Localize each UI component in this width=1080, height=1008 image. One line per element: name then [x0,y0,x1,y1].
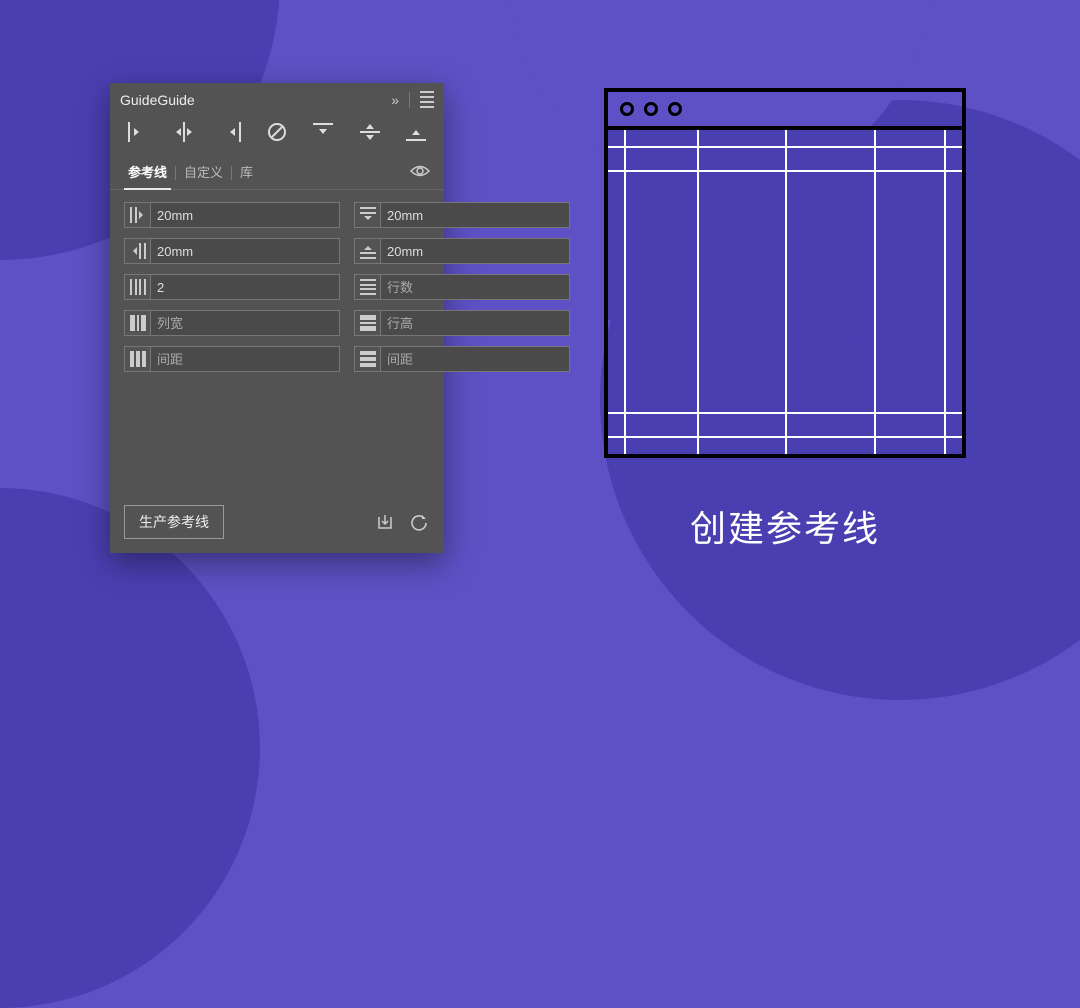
column-gutter-field [124,346,340,372]
guide-h-center-button[interactable] [170,120,198,144]
margin-left-field [124,202,340,228]
guide-v-center-button[interactable] [356,120,384,144]
traffic-light-icon [644,102,658,116]
guide-line [697,130,699,454]
grid-fields [110,190,444,384]
margin-top-field [354,202,570,228]
margin-top-icon [355,203,381,227]
guide-line [624,130,626,454]
window-titlebar [608,92,962,130]
window-frame-icon [604,88,966,458]
guide-bottom-edge-button[interactable] [402,120,430,144]
tab-custom[interactable]: 自定义 [176,156,231,189]
column-gutter-input[interactable] [151,347,339,371]
tabs: 参考线 自定义 库 [110,156,444,190]
column-width-input[interactable] [151,311,339,335]
margin-bottom-field [354,238,570,264]
panel-footer: 生产参考线 [110,491,444,553]
panel-header: GuideGuide [110,83,444,120]
guide-top-edge-button[interactable] [309,120,337,144]
margin-right-input[interactable] [151,239,339,263]
margin-top-input[interactable] [381,203,569,227]
margin-left-icon [125,203,151,227]
margin-bottom-input[interactable] [381,239,569,263]
panel-title: GuideGuide [120,92,195,108]
guides-illustration [604,88,966,458]
row-height-input[interactable] [381,311,569,335]
columns-icon [125,275,151,299]
traffic-light-icon [668,102,682,116]
margin-right-icon [125,239,151,263]
guideguide-panel: GuideGuide 参考线 自定义 [110,83,444,553]
clear-guides-button[interactable] [263,120,291,144]
row-height-field [354,310,570,336]
save-grid-icon[interactable] [374,511,396,533]
visibility-toggle[interactable] [406,160,434,185]
rows-icon [355,275,381,299]
canvas [608,130,962,454]
guide-left-edge-button[interactable] [124,120,152,144]
traffic-light-icon [620,102,634,116]
caption: 创建参考线 [604,500,966,552]
rows-input[interactable] [381,275,569,299]
guide-line [944,130,946,454]
collapse-icon[interactable] [391,92,399,108]
separator [409,92,410,108]
row-gutter-input[interactable] [381,347,569,371]
rows-field [354,274,570,300]
guide-line [785,130,787,454]
row-gutter-icon [355,347,381,371]
tab-library[interactable]: 库 [232,156,261,189]
menu-icon[interactable] [420,91,434,108]
guide-line [874,130,876,454]
columns-field [124,274,340,300]
refresh-icon[interactable] [408,511,430,533]
guide-right-edge-button[interactable] [217,120,245,144]
margin-right-field [124,238,340,264]
tab-guides[interactable]: 参考线 [120,156,175,189]
margin-left-input[interactable] [151,203,339,227]
make-guides-button[interactable]: 生产参考线 [124,505,224,539]
row-height-icon [355,311,381,335]
column-width-icon [125,311,151,335]
column-width-field [124,310,340,336]
columns-input[interactable] [151,275,339,299]
margin-bottom-icon [355,239,381,263]
quick-guides-toolbar [110,120,444,156]
column-gutter-icon [125,347,151,371]
row-gutter-field [354,346,570,372]
